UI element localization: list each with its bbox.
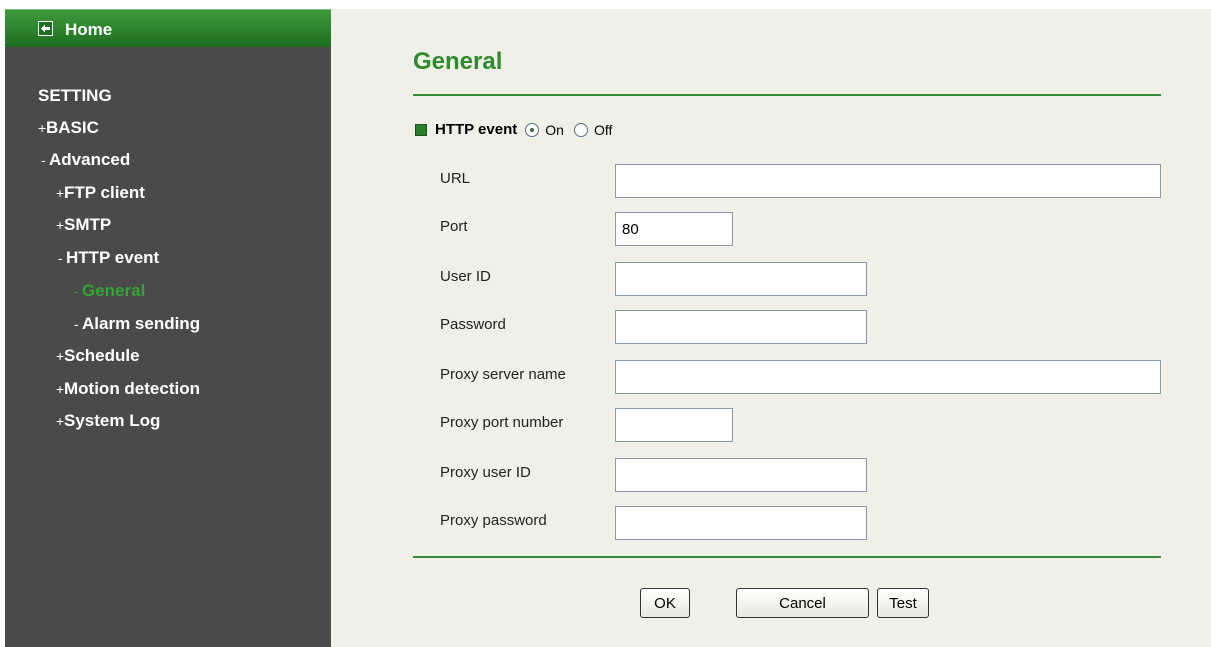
port-label: Port [440,218,468,235]
main-panel: General HTTP event On Off URL Port User … [331,9,1211,647]
proxy-port-number-label: Proxy port number [440,414,564,431]
proxy-password-label: Proxy password [440,512,547,529]
expand-sign: + [56,217,65,233]
radio-off-label[interactable]: Off [594,122,612,138]
radio-on-label[interactable]: On [545,122,564,138]
proxy-server-name-input[interactable] [615,360,1161,394]
sidebar-item-label: General [82,281,146,300]
expand-sign: + [56,348,65,364]
sidebar: Home SETTING +BASIC - Advanced +FTP clien… [5,9,331,647]
password-label: Password [440,316,506,333]
sidebar-item-smtp[interactable]: +SMTP [56,215,111,235]
proxy-user-id-input[interactable] [615,458,867,492]
sidebar-item-motion-detection[interactable]: +Motion detection [56,379,200,399]
sidebar-item-alarm-sending[interactable]: - Alarm sending [74,314,200,334]
settings-heading: SETTING [38,86,112,105]
section-bullet-icon [415,123,427,136]
expand-sign: + [38,120,47,136]
url-label: URL [440,170,471,187]
sidebar-item-basic[interactable]: +BASIC [38,118,99,138]
section-label: HTTP event [435,121,518,138]
sidebar-item-label: Schedule [64,346,140,365]
user-id-label: User ID [440,268,491,285]
http-event-section: HTTP event On Off [415,121,622,138]
proxy-port-number-input[interactable] [615,408,733,442]
collapse-sign: - [58,250,63,266]
expand-sign: + [56,413,65,429]
sidebar-item-label: FTP client [64,183,145,202]
page-title: General [413,48,503,75]
sidebar-item-label: SMTP [64,215,112,234]
collapse-sign: - [74,316,79,332]
test-button[interactable]: Test [877,588,929,618]
sidebar-item-general[interactable]: - General [74,281,145,301]
divider [413,94,1161,96]
proxy-password-input[interactable] [615,506,867,540]
back-arrow-icon[interactable] [38,21,53,36]
sidebar-item-system-log[interactable]: +System Log [56,411,160,431]
sidebar-item-label: BASIC [46,118,99,137]
ok-button[interactable]: OK [640,588,690,618]
expand-sign: + [56,381,65,397]
sidebar-item-label: Motion detection [64,379,200,398]
divider [413,556,1161,558]
collapse-sign: - [74,283,79,299]
sidebar-item-schedule[interactable]: +Schedule [56,346,140,366]
user-id-input[interactable] [615,262,867,296]
sidebar-item-ftp-client[interactable]: +FTP client [56,183,145,203]
sidebar-item-label: HTTP event [66,248,160,267]
url-input[interactable] [615,164,1161,198]
port-input[interactable] [615,212,733,246]
home-label[interactable]: Home [65,20,112,40]
radio-on[interactable] [525,122,540,137]
collapse-sign: - [41,152,46,168]
radio-off[interactable] [573,122,588,137]
sidebar-item-label: Alarm sending [82,314,201,333]
sidebar-item-http-event[interactable]: - HTTP event [58,248,159,268]
sidebar-item-label: Advanced [49,150,131,169]
proxy-user-id-label: Proxy user ID [440,464,531,481]
home-link[interactable]: Home [5,9,331,47]
sidebar-item-advanced[interactable]: - Advanced [41,150,130,170]
cancel-button[interactable]: Cancel [736,588,869,618]
proxy-server-name-label: Proxy server name [440,366,566,383]
expand-sign: + [56,185,65,201]
password-input[interactable] [615,310,867,344]
sidebar-item-label: System Log [64,411,161,430]
